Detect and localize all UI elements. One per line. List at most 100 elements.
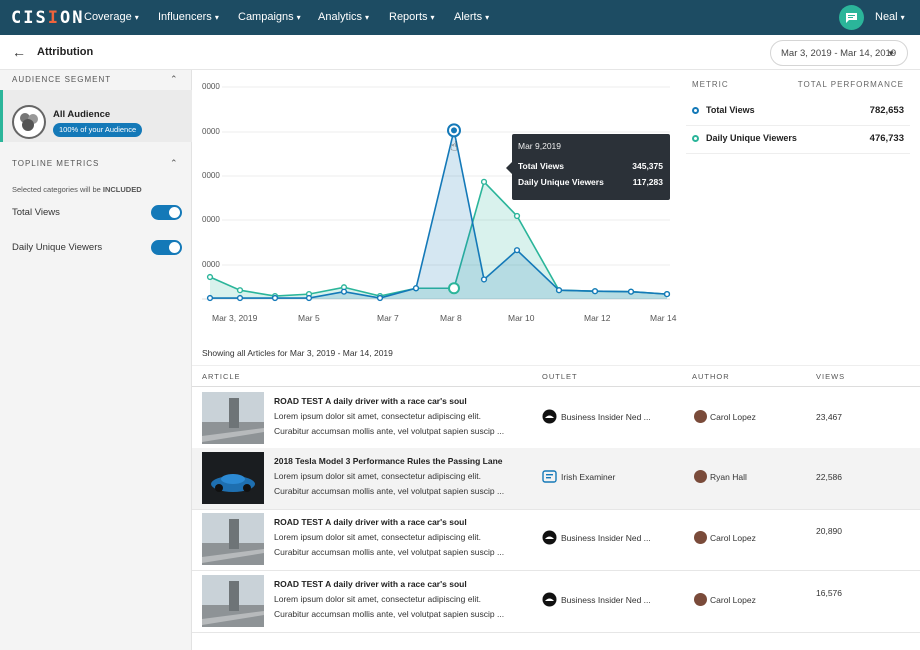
chat-button[interactable]	[839, 5, 864, 30]
metrics-panel: METRIC TOTAL PERFORMANCE Total Views 782…	[686, 70, 910, 170]
tooltip-date: Mar 9,2019	[518, 141, 561, 151]
article-snippet: Lorem ipsum dolor sit amet, consectetur …	[274, 471, 481, 481]
author-name[interactable]: Carol Lopez	[710, 595, 756, 605]
metric-value: 782,653	[869, 105, 904, 116]
chevron-up-icon[interactable]: ⌃	[170, 74, 178, 85]
page-header: ← Attribution Mar 3, 2019 - Mar 14, 2019…	[0, 35, 920, 70]
article-thumbnail[interactable]	[202, 392, 264, 444]
metric-label: Daily Unique Viewers	[706, 133, 797, 143]
data-point	[206, 294, 214, 302]
topline-metrics-heading: TOPLINE METRICS	[12, 159, 100, 168]
author-avatar	[694, 531, 707, 544]
col-header-author[interactable]: AUTHOR	[692, 372, 730, 381]
toggle-total-views[interactable]	[151, 205, 182, 220]
x-tick-label: Mar 14	[650, 313, 677, 323]
logo-text: CIS	[11, 8, 48, 28]
x-tick-label: Mar 3, 2019	[212, 313, 258, 323]
chevron-up-icon[interactable]: ⌃	[170, 158, 178, 169]
author-avatar	[694, 470, 707, 483]
author-name[interactable]: Ryan Hall	[710, 472, 747, 482]
nav-reports[interactable]: Reports ▾	[389, 11, 435, 23]
toggle-knob	[169, 242, 180, 253]
col-header-article[interactable]: ARTICLE	[202, 372, 241, 381]
article-snippet: Lorem ipsum dolor sit amet, consectetur …	[274, 594, 481, 604]
article-title[interactable]: ROAD TEST A daily driver with a race car…	[274, 579, 467, 589]
x-tick-label: Mar 10	[508, 313, 535, 323]
table-row[interactable]: ROAD TEST A daily driver with a race car…	[192, 388, 920, 450]
author-avatar	[694, 410, 707, 423]
data-point	[555, 287, 563, 294]
outlet-name[interactable]: Business Insider Ned ...	[561, 412, 651, 422]
table-row[interactable]: 2018 Tesla Model 3 Performance Rules the…	[192, 448, 920, 510]
logo-text-end: ON	[59, 8, 85, 28]
nav-analytics[interactable]: Analytics ▾	[318, 11, 369, 23]
toggle-daily-unique-viewers[interactable]	[151, 240, 182, 255]
y-tick-label: 0000	[202, 171, 220, 180]
y-tick-label: 0000	[202, 127, 220, 136]
data-point	[236, 294, 244, 302]
outlet-name[interactable]: Irish Examiner	[561, 472, 615, 482]
chart-svg: 0000 0000 0000 0000 0000 Mar 3, 2019 Mar 5 Mar …	[202, 82, 677, 323]
outlet-name[interactable]: Business Insider Ned ...	[561, 533, 651, 543]
nav-label: Reports	[389, 11, 428, 23]
author-name[interactable]: Carol Lopez	[710, 412, 756, 422]
data-point	[627, 288, 635, 295]
business-insider-logo-icon	[542, 409, 557, 424]
x-tick-label: Mar 8	[440, 313, 462, 323]
highlight-point	[448, 282, 460, 295]
article-title[interactable]: ROAD TEST A daily driver with a race car…	[274, 517, 467, 527]
table-row[interactable]: ROAD TEST A daily driver with a race car…	[192, 509, 920, 571]
x-tick-label: Mar 5	[298, 313, 320, 323]
outlet-name[interactable]: Business Insider Ned ...	[561, 595, 651, 605]
note-text: Selected categories will be	[12, 185, 103, 194]
article-thumbnail[interactable]	[202, 452, 264, 504]
data-point	[513, 212, 521, 220]
metric-row-daily-unique-viewers: Daily Unique Viewers 476,733	[686, 126, 910, 154]
chevron-down-icon: ▾	[485, 13, 490, 22]
included-note: Selected categories will be INCLUDED	[12, 185, 142, 194]
y-tick-label: 0000	[202, 215, 220, 224]
article-snippet: Lorem ipsum dolor sit amet, consectetur …	[274, 411, 481, 421]
data-point	[340, 288, 348, 295]
data-point	[480, 276, 488, 283]
views-count: 23,467	[816, 412, 842, 422]
nav-label: Coverage	[84, 11, 132, 23]
nav-label: Campaigns	[238, 11, 294, 23]
col-header-outlet[interactable]: OUTLET	[542, 372, 578, 381]
nav-coverage[interactable]: Coverage ▾	[84, 11, 139, 23]
y-tick-label: 0000	[202, 260, 220, 269]
tooltip-value: 117,283	[632, 177, 663, 187]
sidebar: AUDIENCE SEGMENT ⌃ All Audience 100% of …	[0, 70, 192, 650]
article-thumbnail[interactable]	[202, 513, 264, 565]
series-dot-icon	[692, 107, 699, 114]
author-name[interactable]: Carol Lopez	[710, 533, 756, 543]
user-menu[interactable]: Neal ▾	[875, 11, 905, 23]
chevron-down-icon: ▾	[214, 13, 219, 22]
top-nav: CISION Coverage ▾ Influencers ▾ Campaigns ▾…	[0, 0, 920, 35]
highlight-point-inner	[451, 127, 457, 134]
nav-campaigns[interactable]: Campaigns ▾	[238, 11, 301, 23]
chevron-down-icon: ▾	[365, 13, 370, 22]
article-title[interactable]: 2018 Tesla Model 3 Performance Rules the…	[274, 456, 503, 466]
tooltip-value: 345,375	[632, 161, 663, 171]
hand-cursor-icon: ☝	[450, 138, 458, 153]
data-point	[236, 287, 244, 294]
date-range-picker[interactable]: Mar 3, 2019 - Mar 14, 2019 ▼	[770, 40, 908, 66]
nav-influencers[interactable]: Influencers ▾	[158, 11, 219, 23]
back-arrow-icon[interactable]: ←	[12, 44, 26, 60]
page-title: Attribution	[37, 46, 94, 58]
article-thumbnail[interactable]	[202, 575, 264, 627]
nav-alerts[interactable]: Alerts ▾	[454, 11, 489, 23]
series-dot-icon	[692, 135, 699, 142]
table-row[interactable]: ROAD TEST A daily driver with a race car…	[192, 571, 920, 633]
views-count: 20,890	[816, 526, 842, 536]
cision-logo[interactable]: CISION	[11, 8, 84, 28]
data-point	[591, 288, 599, 295]
chevron-down-icon: ▾	[900, 13, 905, 22]
article-title[interactable]: ROAD TEST A daily driver with a race car…	[274, 396, 467, 406]
data-point	[305, 294, 313, 302]
views-count: 16,576	[816, 588, 842, 598]
tooltip-label: Total Views	[518, 161, 564, 171]
col-header-views[interactable]: VIEWS	[816, 372, 845, 381]
audience-segment-heading: AUDIENCE SEGMENT	[12, 75, 112, 84]
